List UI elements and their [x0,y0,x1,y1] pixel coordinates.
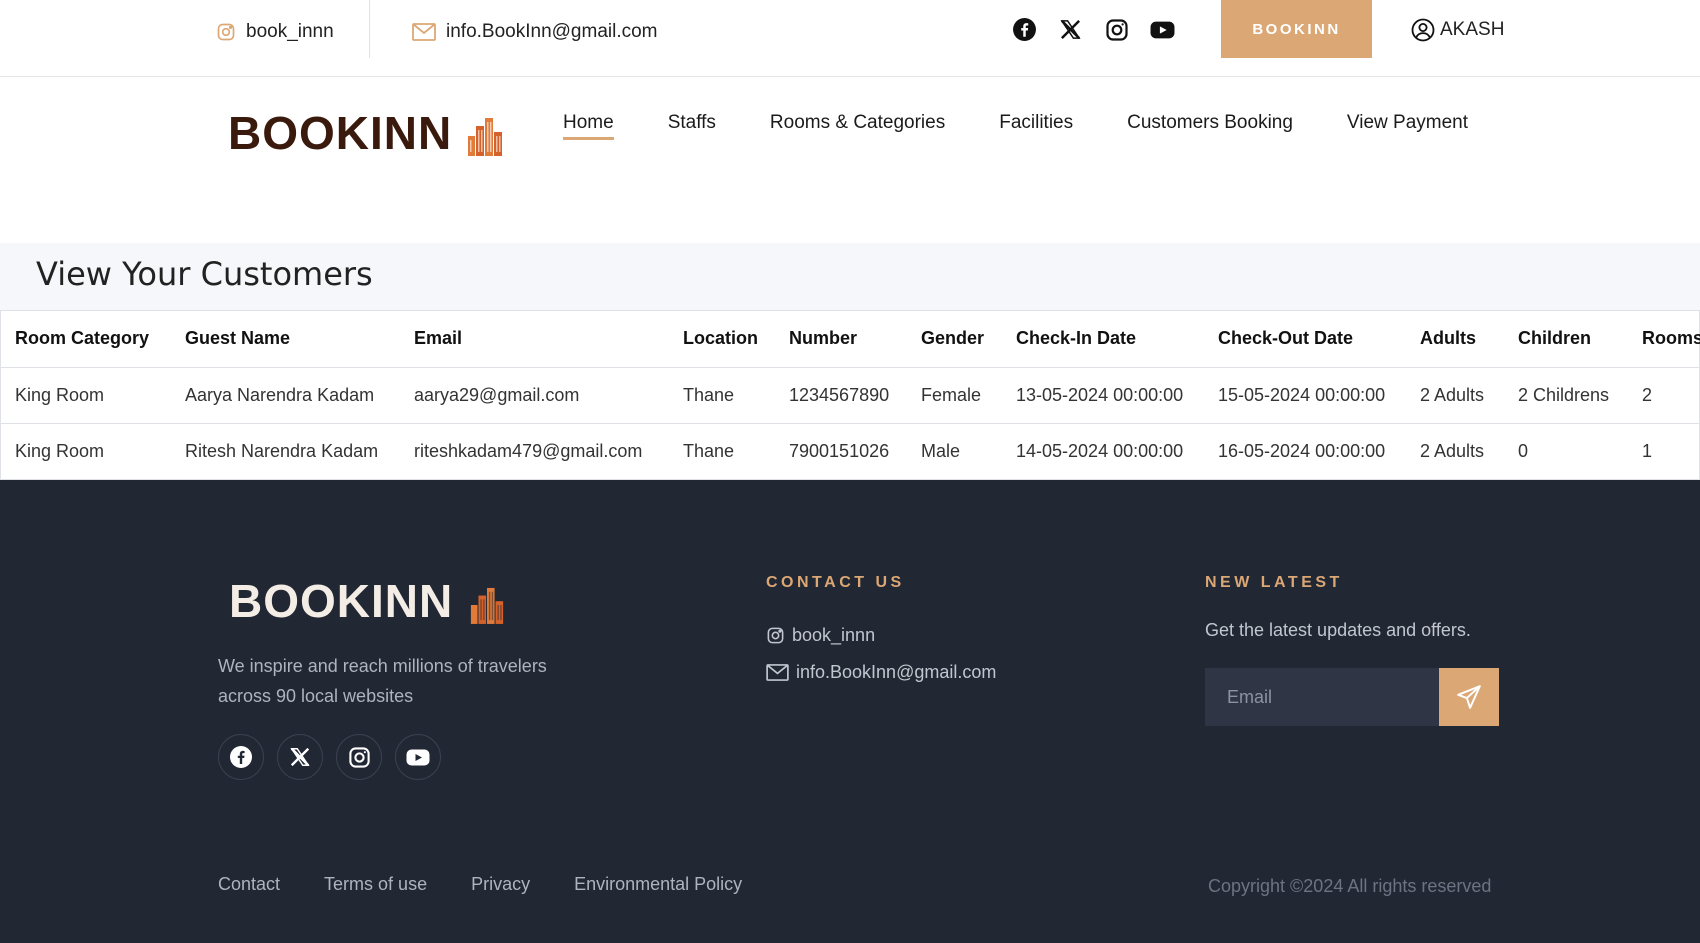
cell-location: Thane [683,440,735,461]
customers-section: View Your Customers Room Category Guest … [0,243,1700,480]
cell-gender: Female [907,367,1002,424]
cell-check-out: 16-05-2024 00:00:00 [1218,440,1386,461]
mail-icon [412,23,436,41]
cell-email: riteshkadam479@gmail.com [414,440,643,461]
col-adults: Adults [1406,311,1504,368]
facebook-icon[interactable] [218,734,264,780]
brand-name: BOOKINN [228,107,453,159]
cell-rooms: 1 [1642,440,1653,461]
topbar-social-links [1012,17,1175,42]
nav-staffs[interactable]: Staffs [668,112,716,140]
cell-check-in: 13-05-2024 00:00:00 [1002,367,1204,424]
bookinn-cta-button[interactable]: BOOKINN [1221,0,1372,58]
page-title: View Your Customers [36,255,373,293]
cell-adults: 2 Adults [1420,440,1485,461]
footer-instagram-handle: book_innn [792,625,876,645]
copyright-text: Copyright ©2024 All rights reserved [1208,876,1492,896]
col-number: Number [775,311,907,368]
customers-table: Room Category Guest Name Email Location … [0,310,1700,480]
footer-instagram[interactable]: book_innn [766,625,875,646]
cell-room-category: King Room [1,367,171,424]
newsletter-submit-button[interactable] [1439,668,1499,726]
cell-email: aarya29@gmail.com [400,367,669,424]
cell-guest-name: Aarya Narendra Kadam [171,367,400,424]
top-bar: book_innn info.BookInn@gmail.com BOOKINN… [0,0,1700,77]
newsletter-text: Get the latest updates and offers. [1205,620,1471,640]
nav-facilities[interactable]: Facilities [999,112,1073,140]
col-gender: Gender [907,311,1002,368]
cell-room-category: King Room [15,440,105,461]
footer-brand-logo[interactable]: BOOKINN [229,578,505,624]
site-footer: BOOKINN We inspire and reach millions of… [0,480,1700,943]
cell-adults: 2 Adults [1406,367,1504,424]
cell-number: 1234567890 [775,367,907,424]
footer-social-links [218,734,441,780]
col-check-in-date: Check-In Date [1002,311,1204,368]
footer-description: We inspire and reach millions of travele… [218,656,547,706]
footer-email[interactable]: info.BookInn@gmail.com [766,662,996,683]
youtube-icon[interactable] [1150,17,1175,42]
table-row: King Room Aarya Narendra Kadam aarya29@g… [1,367,1700,424]
newsletter-heading: NEW LATEST [1205,574,1343,591]
newsletter-email-input[interactable] [1205,668,1439,726]
nav-customers-booking[interactable]: Customers Booking [1127,112,1293,140]
nav-home[interactable]: Home [563,112,614,140]
user-circle-icon [1411,18,1435,42]
col-guest-name: Guest Name [171,311,400,368]
cell-rooms: 2 [1628,367,1700,424]
col-room-category: Room Category [1,311,171,368]
send-icon [1457,685,1481,709]
col-children: Children [1504,311,1628,368]
table-header-row: Room Category Guest Name Email Location … [1,311,1700,368]
col-location: Location [669,311,775,368]
footer-links: Contact Terms of use Privacy Environment… [218,874,742,895]
footer-email-text: info.BookInn@gmail.com [796,662,997,682]
cell-check-in: 14-05-2024 00:00:00 [1016,440,1184,461]
instagram-icon[interactable] [1104,17,1129,42]
youtube-icon[interactable] [395,734,441,780]
mail-icon [766,664,789,681]
user-name: AKASH [1440,19,1505,40]
cell-children: 2 Childrens [1504,367,1628,424]
contact-heading: CONTACT US [766,574,905,591]
buildings-icon [471,587,504,624]
topbar-email[interactable]: info.BookInn@gmail.com [412,20,658,44]
facebook-icon[interactable] [1012,17,1037,42]
instagram-handle: book_innn [246,21,334,42]
brand-logo[interactable]: BOOKINN [228,110,504,156]
instagram-icon[interactable] [336,734,382,780]
topbar-instagram[interactable]: book_innn [216,20,334,44]
x-icon[interactable] [1058,17,1083,42]
footer-link-privacy[interactable]: Privacy [471,874,530,895]
cell-children: 0 [1518,440,1529,461]
nav-links: Home Staffs Rooms & Categories Facilitie… [563,112,1468,140]
cell-gender: Male [921,440,961,461]
user-menu[interactable]: AKASH [1411,18,1504,42]
cell-guest-name: Ritesh Narendra Kadam [185,440,379,461]
instagram-icon [217,23,235,41]
email-text: info.BookInn@gmail.com [446,21,658,42]
col-rooms: Rooms [1628,311,1700,368]
table-row: King Room Ritesh Narendra Kadam riteshka… [1,423,1700,479]
cell-number: 7900151026 [789,440,890,461]
main-navbar: BOOKINN Home Staffs Rooms & Categories F… [0,78,1700,243]
col-email: Email [400,311,669,368]
divider [369,0,370,58]
instagram-icon [767,627,784,644]
x-icon[interactable] [277,734,323,780]
cell-check-out: 15-05-2024 00:00:00 [1204,367,1406,424]
buildings-icon [468,118,503,156]
nav-rooms-categories[interactable]: Rooms & Categories [770,112,945,140]
footer-brand-name: BOOKINN [229,575,454,627]
nav-view-payment[interactable]: View Payment [1347,112,1468,140]
cell-location: Thane [669,367,775,424]
footer-link-environmental-policy[interactable]: Environmental Policy [574,874,742,895]
footer-link-contact[interactable]: Contact [218,874,280,895]
footer-link-terms[interactable]: Terms of use [324,874,427,895]
col-check-out-date: Check-Out Date [1204,311,1406,368]
